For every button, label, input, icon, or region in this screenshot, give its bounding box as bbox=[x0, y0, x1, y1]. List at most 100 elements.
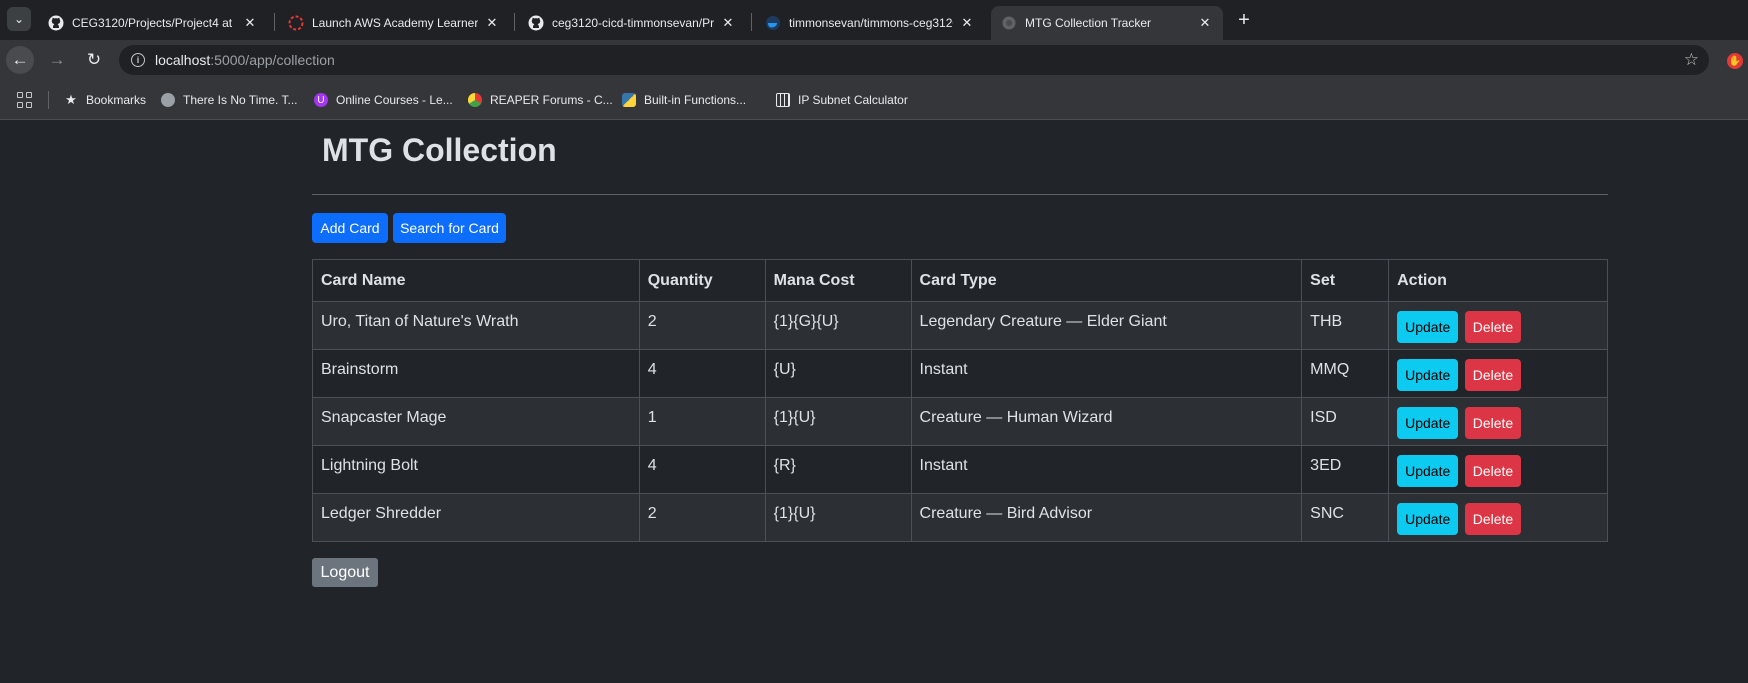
back-arrow-icon[interactable]: ← bbox=[6, 46, 34, 74]
tab-divider bbox=[274, 13, 275, 31]
bookmark-label: IP Subnet Calculator bbox=[798, 93, 908, 107]
close-icon[interactable]: ✕ bbox=[720, 15, 736, 31]
new-tab-plus-icon[interactable]: + bbox=[1232, 8, 1256, 32]
cell-card-type: Instant bbox=[910, 445, 1303, 494]
delete-button[interactable]: Delete bbox=[1464, 311, 1522, 343]
cell-mana-cost: {1}{U} bbox=[764, 493, 912, 542]
cell-mana-cost: {1}{U} bbox=[764, 397, 912, 446]
calculator-icon bbox=[776, 93, 790, 107]
cell-quantity: 1 bbox=[638, 397, 766, 446]
add-card-button[interactable]: Add Card bbox=[312, 213, 388, 243]
tab-divider bbox=[751, 13, 752, 31]
cell-set: SNC bbox=[1301, 493, 1390, 542]
globe-icon bbox=[1001, 15, 1017, 31]
url-path: :5000/app/collection bbox=[210, 52, 335, 68]
url-host: localhost bbox=[155, 52, 211, 68]
cell-quantity: 4 bbox=[638, 445, 766, 494]
cell-card-type: Creature — Human Wizard bbox=[910, 397, 1303, 446]
header-set: Set bbox=[1301, 259, 1390, 302]
close-icon[interactable]: ✕ bbox=[242, 15, 258, 31]
tab-title: CEG3120/Projects/Project4 at m bbox=[72, 16, 236, 30]
forward-arrow-icon[interactable]: → bbox=[43, 46, 71, 74]
cell-set: 3ED bbox=[1301, 445, 1390, 494]
extension-icon[interactable]: ✋ bbox=[1727, 53, 1743, 69]
tab-title: MTG Collection Tracker bbox=[1025, 16, 1152, 30]
tab-search-chevron-icon[interactable]: ⌄ bbox=[7, 7, 31, 31]
bookmark-label: Built-in Functions... bbox=[644, 93, 747, 107]
tab-divider bbox=[514, 13, 515, 31]
update-button[interactable]: Update bbox=[1397, 407, 1459, 439]
table-row: Ledger Shredder 2 {1}{U} Creature — Bird… bbox=[312, 493, 1608, 542]
cell-action: Update Delete bbox=[1388, 349, 1608, 398]
cell-card-type: Legendary Creature — Elder Giant bbox=[910, 301, 1303, 350]
delete-button[interactable]: Delete bbox=[1464, 503, 1522, 535]
aws-icon bbox=[288, 15, 304, 31]
udemy-icon: U bbox=[314, 93, 328, 107]
bookmarks-divider bbox=[48, 91, 49, 109]
cell-quantity: 2 bbox=[638, 493, 766, 542]
bookmark-item[interactable]: U Online Courses - Le... bbox=[314, 90, 453, 110]
cell-card-type: Creature — Bird Advisor bbox=[910, 493, 1303, 542]
header-mana-cost: Mana Cost bbox=[764, 259, 912, 302]
update-button[interactable]: Update bbox=[1397, 311, 1459, 343]
bookmark-star-icon[interactable]: ☆ bbox=[1684, 50, 1699, 70]
close-icon[interactable]: ✕ bbox=[1197, 15, 1213, 31]
bookmark-item[interactable]: There Is No Time. T... bbox=[161, 90, 297, 110]
cell-card-name: Lightning Bolt bbox=[312, 445, 640, 494]
browser-tab[interactable]: CEG3120/Projects/Project4 at m ✕ bbox=[38, 6, 268, 40]
apps-grid-icon[interactable] bbox=[17, 92, 33, 108]
update-button[interactable]: Update bbox=[1397, 455, 1459, 487]
bookmark-item[interactable]: IP Subnet Calculator bbox=[776, 90, 908, 110]
cell-card-name: Uro, Titan of Nature's Wrath bbox=[312, 301, 640, 350]
table-row: Lightning Bolt 4 {R} Instant 3ED Update … bbox=[312, 445, 1608, 494]
avatar-icon bbox=[161, 93, 175, 107]
header-quantity: Quantity bbox=[638, 259, 766, 302]
reload-icon[interactable]: ↻ bbox=[80, 46, 108, 74]
collection-table: Card Name Quantity Mana Cost Card Type S… bbox=[312, 259, 1608, 542]
bookmark-item[interactable]: REAPER Forums - C... bbox=[468, 90, 613, 110]
logout-button[interactable]: Logout bbox=[312, 558, 378, 587]
cell-card-name: Brainstorm bbox=[312, 349, 640, 398]
title-divider bbox=[312, 194, 1608, 195]
search-card-button[interactable]: Search for Card bbox=[393, 213, 506, 243]
update-button[interactable]: Update bbox=[1397, 359, 1459, 391]
header-action: Action bbox=[1388, 259, 1608, 302]
bookmark-label: There Is No Time. T... bbox=[183, 93, 298, 107]
header-card-type: Card Type bbox=[910, 259, 1303, 302]
delete-button[interactable]: Delete bbox=[1464, 455, 1522, 487]
cell-set: THB bbox=[1301, 301, 1390, 350]
delete-button[interactable]: Delete bbox=[1464, 407, 1522, 439]
tab-title: timmonsevan/timmons-ceg3120 bbox=[789, 16, 953, 30]
close-icon[interactable]: ✕ bbox=[959, 15, 975, 31]
site-info-icon[interactable]: i bbox=[131, 53, 145, 67]
cell-card-name: Ledger Shredder bbox=[312, 493, 640, 542]
bookmark-item[interactable]: ★ Bookmarks bbox=[64, 90, 146, 110]
cell-card-name: Snapcaster Mage bbox=[312, 397, 640, 446]
browser-tab[interactable]: Launch AWS Academy Learner L ✕ bbox=[278, 6, 510, 40]
bookmark-item[interactable]: Built-in Functions... bbox=[622, 90, 746, 110]
browser-tab[interactable]: ceg3120-cicd-timmonsevan/Pro ✕ bbox=[518, 6, 746, 40]
bookmark-label: Bookmarks bbox=[86, 93, 147, 107]
update-button[interactable]: Update bbox=[1397, 503, 1459, 535]
cell-action: Update Delete bbox=[1388, 493, 1608, 542]
table-row: Snapcaster Mage 1 {1}{U} Creature — Huma… bbox=[312, 397, 1608, 446]
github-icon bbox=[48, 15, 64, 31]
bookmark-label: REAPER Forums - C... bbox=[490, 93, 613, 107]
browser-toolbar: ← → ↻ i localhost:5000/app/collection ☆ bbox=[0, 40, 1748, 80]
table-row: Uro, Titan of Nature's Wrath 2 {1}{G}{U}… bbox=[312, 301, 1608, 350]
close-icon[interactable]: ✕ bbox=[484, 15, 500, 31]
tab-title: Launch AWS Academy Learner L bbox=[312, 16, 478, 30]
python-icon bbox=[622, 93, 636, 107]
cell-quantity: 2 bbox=[638, 301, 766, 350]
bookmark-label: Online Courses - Le... bbox=[336, 93, 453, 107]
browser-tab[interactable]: timmonsevan/timmons-ceg3120 ✕ bbox=[755, 6, 985, 40]
cell-set: MMQ bbox=[1301, 349, 1390, 398]
cell-action: Update Delete bbox=[1388, 397, 1608, 446]
browser-tab-active[interactable]: MTG Collection Tracker ✕ bbox=[991, 6, 1223, 40]
reaper-icon bbox=[468, 93, 482, 107]
delete-button[interactable]: Delete bbox=[1464, 359, 1522, 391]
address-bar[interactable]: i localhost:5000/app/collection ☆ bbox=[119, 45, 1709, 75]
table-row: Brainstorm 4 {U} Instant MMQ Update Dele… bbox=[312, 349, 1608, 398]
table-header-row: Card Name Quantity Mana Cost Card Type S… bbox=[312, 259, 1608, 302]
cell-set: ISD bbox=[1301, 397, 1390, 446]
